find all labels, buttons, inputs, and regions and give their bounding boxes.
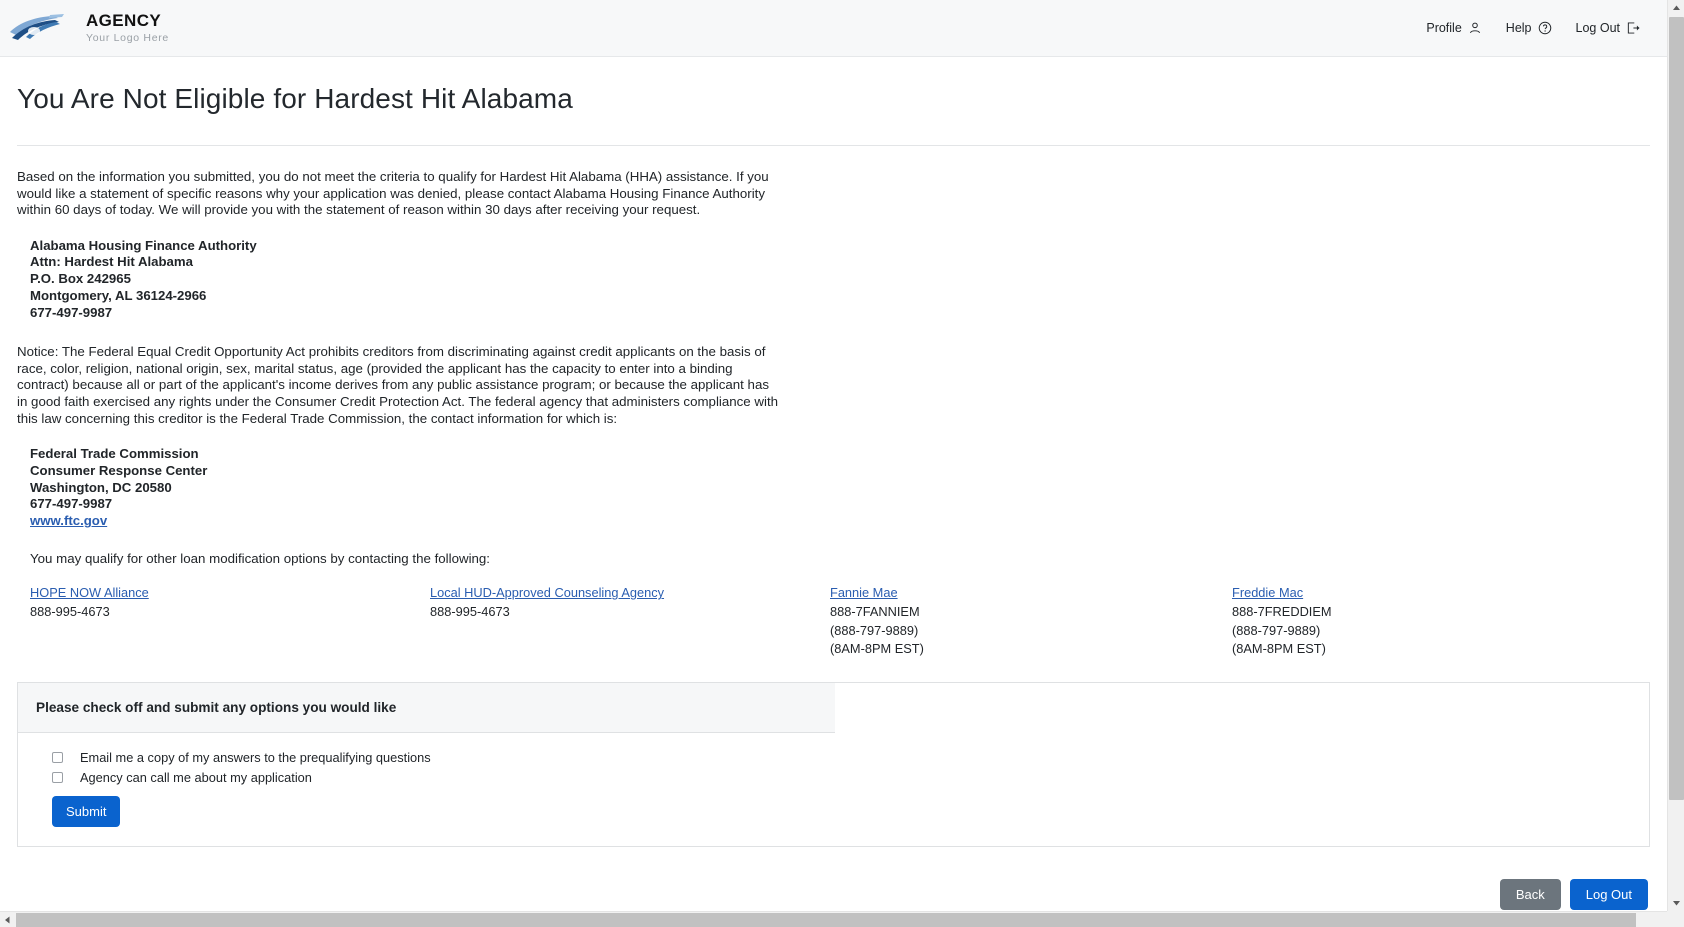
options-panel: Please check off and submit any options … bbox=[17, 682, 1650, 847]
question-circle-icon bbox=[1538, 21, 1552, 35]
options-panel-heading: Please check off and submit any options … bbox=[18, 683, 835, 733]
submit-button-wrapper: Submit bbox=[52, 796, 1649, 827]
nav-profile-label: Profile bbox=[1426, 21, 1461, 35]
page-title: You Are Not Eligible for Hardest Hit Ala… bbox=[17, 83, 1650, 115]
resource-column-hud: Local HUD-Approved Counseling Agency 888… bbox=[430, 584, 830, 658]
ftc-phone: 677-497-9987 bbox=[30, 496, 1650, 513]
horizontal-scrollbar-thumb[interactable] bbox=[16, 913, 1636, 927]
nav-help[interactable]: Help bbox=[1506, 21, 1552, 35]
user-icon bbox=[1468, 21, 1482, 35]
ftc-address-line: Washington, DC 20580 bbox=[30, 480, 1650, 497]
notice-paragraph: Notice: The Federal Equal Credit Opportu… bbox=[17, 344, 780, 427]
scroll-left-arrow[interactable] bbox=[0, 912, 16, 927]
ftc-address-block: Federal Trade Commission Consumer Respon… bbox=[30, 446, 1650, 530]
footer-actions: Back Log Out bbox=[17, 879, 1650, 910]
logout-icon bbox=[1626, 21, 1641, 35]
freddie-mac-hours: (8AM-8PM EST) bbox=[1232, 640, 1632, 658]
agency-address-line: P.O. Box 242965 bbox=[30, 271, 1650, 288]
checkbox-row-agency-call[interactable]: Agency can call me about my application bbox=[41, 770, 1649, 785]
resources-lead-text: You may qualify for other loan modificat… bbox=[30, 551, 1650, 568]
scrollbar-corner bbox=[1667, 911, 1684, 927]
ftc-address-line: Federal Trade Commission bbox=[30, 446, 1650, 463]
agency-logo-icon bbox=[6, 11, 76, 45]
nav-logout-label: Log Out bbox=[1576, 21, 1620, 35]
fannie-mae-hours: (8AM-8PM EST) bbox=[830, 640, 1232, 658]
options-panel-body: Email me a copy of my answers to the pre… bbox=[18, 733, 1649, 846]
ftc-address-line: Consumer Response Center bbox=[30, 463, 1650, 480]
logout-button[interactable]: Log Out bbox=[1570, 879, 1648, 910]
checkbox-email-copy[interactable] bbox=[52, 752, 63, 763]
brand-title: AGENCY bbox=[86, 12, 169, 29]
fannie-mae-phone-vanity: 888-7FANNIEM bbox=[830, 603, 1232, 621]
fannie-mae-link[interactable]: Fannie Mae bbox=[830, 585, 898, 600]
brand-subtitle: Your Logo Here bbox=[86, 33, 169, 44]
resource-column-hope-now: HOPE NOW Alliance 888-995-4673 bbox=[30, 584, 430, 658]
fannie-mae-phone-numeric: (888-797-9889) bbox=[830, 622, 1232, 640]
resource-column-freddie-mac: Freddie Mac 888-7FREDDIEM (888-797-9889)… bbox=[1232, 584, 1632, 658]
local-hud-counseling-link[interactable]: Local HUD-Approved Counseling Agency bbox=[430, 585, 664, 600]
agency-address-line: Montgomery, AL 36124-2966 bbox=[30, 288, 1650, 305]
top-header-bar: AGENCY Your Logo Here Profile Help bbox=[0, 0, 1667, 57]
hud-phone: 888-995-4673 bbox=[430, 603, 830, 621]
agency-address-block: Alabama Housing Finance Authority Attn: … bbox=[30, 238, 1650, 322]
scroll-up-arrow[interactable] bbox=[1668, 0, 1684, 17]
scroll-down-arrow[interactable] bbox=[1668, 894, 1684, 911]
freddie-mac-phone-vanity: 888-7FREDDIEM bbox=[1232, 603, 1632, 621]
checkbox-row-email-copy[interactable]: Email me a copy of my answers to the pre… bbox=[41, 750, 1649, 765]
resources-columns: HOPE NOW Alliance 888-995-4673 Local HUD… bbox=[30, 584, 1650, 658]
checkbox-agency-call[interactable] bbox=[52, 772, 63, 783]
browser-viewport: AGENCY Your Logo Here Profile Help bbox=[0, 0, 1684, 927]
vertical-scrollbar[interactable] bbox=[1667, 0, 1684, 911]
horizontal-scrollbar[interactable] bbox=[0, 911, 1684, 927]
agency-phone: 677-497-9987 bbox=[30, 305, 1650, 322]
back-button[interactable]: Back bbox=[1500, 879, 1561, 910]
page-content: AGENCY Your Logo Here Profile Help bbox=[0, 0, 1667, 911]
freddie-mac-phone-numeric: (888-797-9889) bbox=[1232, 622, 1632, 640]
nav-help-label: Help bbox=[1506, 21, 1532, 35]
vertical-scrollbar-thumb[interactable] bbox=[1669, 17, 1684, 800]
agency-address-line: Alabama Housing Finance Authority bbox=[30, 238, 1650, 255]
checkbox-agency-call-label[interactable]: Agency can call me about my application bbox=[80, 770, 312, 785]
main-content: You Are Not Eligible for Hardest Hit Ala… bbox=[0, 83, 1667, 910]
agency-address-line: Attn: Hardest Hit Alabama bbox=[30, 254, 1650, 271]
nav-profile[interactable]: Profile bbox=[1426, 21, 1481, 35]
checkbox-email-copy-label[interactable]: Email me a copy of my answers to the pre… bbox=[80, 750, 431, 765]
hope-now-phone: 888-995-4673 bbox=[30, 603, 430, 621]
ftc-website-link[interactable]: www.ftc.gov bbox=[30, 513, 107, 528]
nav-logout[interactable]: Log Out bbox=[1576, 21, 1641, 35]
resource-column-fannie-mae: Fannie Mae 888-7FANNIEM (888-797-9889) (… bbox=[830, 584, 1232, 658]
intro-paragraph: Based on the information you submitted, … bbox=[17, 169, 780, 219]
hope-now-alliance-link[interactable]: HOPE NOW Alliance bbox=[30, 585, 149, 600]
title-divider bbox=[17, 145, 1650, 146]
top-navigation: Profile Help Log Out bbox=[1426, 21, 1649, 35]
brand-logo: AGENCY Your Logo Here bbox=[6, 11, 169, 45]
submit-button[interactable]: Submit bbox=[52, 796, 120, 827]
freddie-mac-link[interactable]: Freddie Mac bbox=[1232, 585, 1303, 600]
